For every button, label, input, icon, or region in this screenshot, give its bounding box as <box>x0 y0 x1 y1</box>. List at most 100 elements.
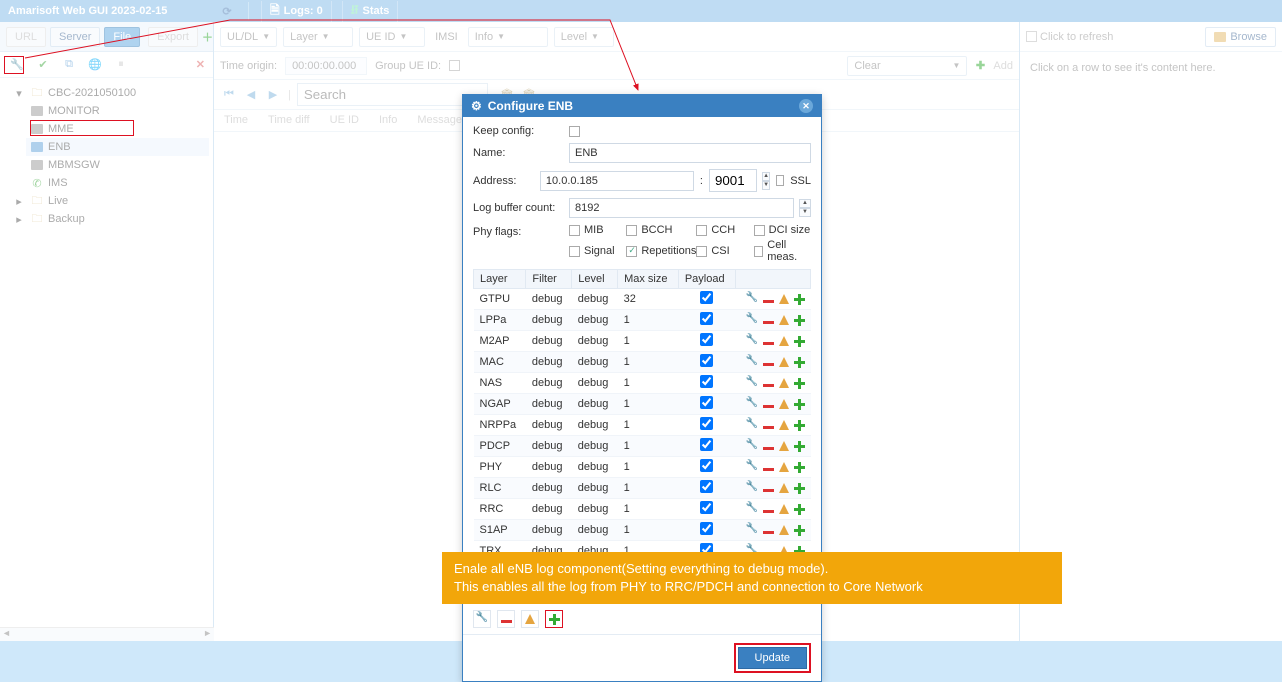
payload-checkbox[interactable] <box>700 396 713 409</box>
row-warn-icon[interactable] <box>779 420 789 430</box>
rewind-icon[interactable]: ⏮ <box>220 86 238 104</box>
tree-item-mme[interactable]: MME <box>26 120 209 138</box>
row-remove-icon[interactable] <box>763 531 774 534</box>
bulk-add-button[interactable] <box>545 610 563 628</box>
row-warn-icon[interactable] <box>779 336 789 346</box>
port-input[interactable] <box>709 169 757 192</box>
back-icon[interactable]: ◀ <box>242 86 260 104</box>
check-icon[interactable]: ✔ <box>34 56 52 74</box>
table-row[interactable]: LPPadebugdebug1 <box>474 310 811 331</box>
dialog-close-icon[interactable]: ✕ <box>799 99 813 113</box>
info-dropdown[interactable]: Info▼ <box>468 27 548 47</box>
row-wrench-icon[interactable] <box>747 525 758 536</box>
row-warn-icon[interactable] <box>779 525 789 535</box>
table-row[interactable]: RLCdebugdebug1 <box>474 478 811 499</box>
server-button[interactable]: Server <box>50 27 100 47</box>
globe-icon[interactable]: 🌐 <box>86 56 104 74</box>
row-warn-icon[interactable] <box>779 378 789 388</box>
row-wrench-icon[interactable] <box>747 441 758 452</box>
payload-checkbox[interactable] <box>700 438 713 451</box>
close-icon[interactable]: ✕ <box>196 58 205 71</box>
row-remove-icon[interactable] <box>763 447 774 450</box>
row-add-icon[interactable] <box>794 504 805 515</box>
copy-icon[interactable]: ⧉ <box>60 56 78 74</box>
row-add-icon[interactable] <box>794 336 805 347</box>
payload-checkbox[interactable] <box>700 291 713 304</box>
tab-stats[interactable]: ⭿ Stats <box>342 1 399 22</box>
phy-flag-mib[interactable]: MIB <box>569 224 626 236</box>
row-warn-icon[interactable] <box>779 357 789 367</box>
table-row[interactable]: NRPPadebugdebug1 <box>474 415 811 436</box>
pause-icon[interactable]: ⏸ <box>112 56 130 74</box>
row-remove-icon[interactable] <box>763 405 774 408</box>
row-remove-icon[interactable] <box>763 321 774 324</box>
update-button[interactable]: Update <box>738 647 807 669</box>
ssl-checkbox[interactable] <box>776 175 784 186</box>
tree-item-monitor[interactable]: MONITOR <box>26 102 209 120</box>
tab-logs[interactable]: 🗎 Logs: 0 <box>261 1 332 22</box>
table-row[interactable]: PHYdebugdebug1 <box>474 457 811 478</box>
payload-checkbox[interactable] <box>700 375 713 388</box>
row-remove-icon[interactable] <box>763 489 774 492</box>
name-input[interactable] <box>569 143 811 163</box>
row-warn-icon[interactable] <box>779 294 789 304</box>
tree-root[interactable]: ▾ 🗀 CBC-2021050100 <box>8 84 209 102</box>
row-remove-icon[interactable] <box>763 342 774 345</box>
row-remove-icon[interactable] <box>763 363 774 366</box>
keep-config-checkbox[interactable] <box>569 126 580 137</box>
bulk-remove-button[interactable] <box>497 610 515 628</box>
phy-flag-csi[interactable]: CSI <box>696 239 753 263</box>
click-refresh-checkbox[interactable]: Click to refresh <box>1026 31 1113 43</box>
add-filter-icon[interactable]: ✚ <box>973 59 987 73</box>
table-row[interactable]: MACdebugdebug1 <box>474 352 811 373</box>
add-icon[interactable]: ＋ <box>202 28 213 46</box>
time-origin-value[interactable]: 00:00:00.000 <box>285 57 367 75</box>
row-wrench-icon[interactable] <box>747 378 758 389</box>
clear-dropdown[interactable]: Clear▼ <box>847 56 967 76</box>
payload-checkbox[interactable] <box>700 522 713 535</box>
phy-flag-cch[interactable]: CCH <box>696 224 753 236</box>
row-wrench-icon[interactable] <box>747 504 758 515</box>
row-remove-icon[interactable] <box>763 426 774 429</box>
row-wrench-icon[interactable] <box>747 315 758 326</box>
row-add-icon[interactable] <box>794 357 805 368</box>
h-scrollbar[interactable] <box>0 627 214 641</box>
bulk-warn-button[interactable] <box>521 610 539 628</box>
row-add-icon[interactable] <box>794 441 805 452</box>
refresh-icon[interactable]: ⟳ <box>218 2 236 20</box>
table-row[interactable]: RRCdebugdebug1 <box>474 499 811 520</box>
row-warn-icon[interactable] <box>779 462 789 472</box>
payload-checkbox[interactable] <box>700 312 713 325</box>
tree-backup[interactable]: ▸ 🗀 Backup <box>8 210 209 228</box>
address-input[interactable] <box>540 171 694 191</box>
row-add-icon[interactable] <box>794 294 805 305</box>
payload-checkbox[interactable] <box>700 333 713 346</box>
phy-flag-bcch[interactable]: BCCH <box>626 224 696 236</box>
row-add-icon[interactable] <box>794 315 805 326</box>
row-add-icon[interactable] <box>794 462 805 473</box>
phy-flag-cell-meas-[interactable]: Cell meas. <box>754 239 811 263</box>
payload-checkbox[interactable] <box>700 459 713 472</box>
table-row[interactable]: NGAPdebugdebug1 <box>474 394 811 415</box>
payload-checkbox[interactable] <box>700 480 713 493</box>
table-row[interactable]: NASdebugdebug1 <box>474 373 811 394</box>
row-warn-icon[interactable] <box>779 315 789 325</box>
export-button[interactable]: Export <box>148 27 198 47</box>
file-button[interactable]: File <box>104 27 140 47</box>
row-wrench-icon[interactable] <box>747 399 758 410</box>
table-row[interactable]: S1APdebugdebug1 <box>474 520 811 541</box>
url-button[interactable]: URL <box>6 27 46 47</box>
row-wrench-icon[interactable] <box>747 357 758 368</box>
forward-icon[interactable]: ▶ <box>264 86 282 104</box>
tree-live[interactable]: ▸ 🗀 Live <box>8 192 209 210</box>
tree-item-mbmsgw[interactable]: MBMSGW <box>26 156 209 174</box>
row-add-icon[interactable] <box>794 378 805 389</box>
row-add-icon[interactable] <box>794 525 805 536</box>
row-wrench-icon[interactable] <box>747 336 758 347</box>
row-warn-icon[interactable] <box>779 504 789 514</box>
browse-button[interactable]: Browse <box>1205 27 1276 47</box>
table-row[interactable]: GTPUdebugdebug32 <box>474 289 811 310</box>
payload-checkbox[interactable] <box>700 501 713 514</box>
row-remove-icon[interactable] <box>763 300 774 303</box>
row-wrench-icon[interactable] <box>747 483 758 494</box>
